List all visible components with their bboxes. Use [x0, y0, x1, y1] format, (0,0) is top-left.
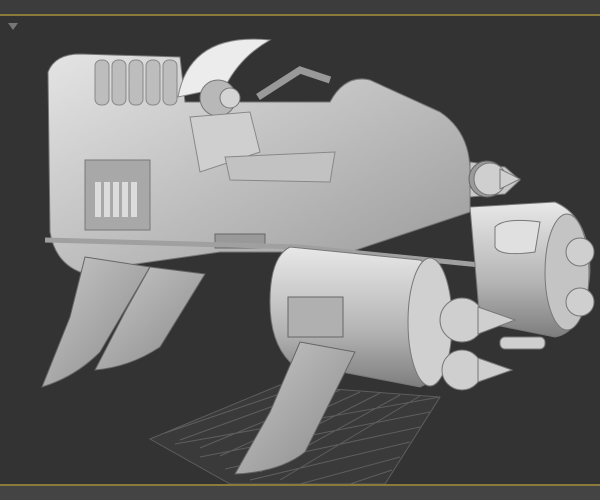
3d-viewport[interactable] — [0, 14, 600, 486]
viewport-footer — [0, 486, 600, 500]
spaceship-model — [41, 38, 595, 484]
ship-ribs — [94, 59, 178, 106]
viewport-header — [0, 0, 600, 14]
